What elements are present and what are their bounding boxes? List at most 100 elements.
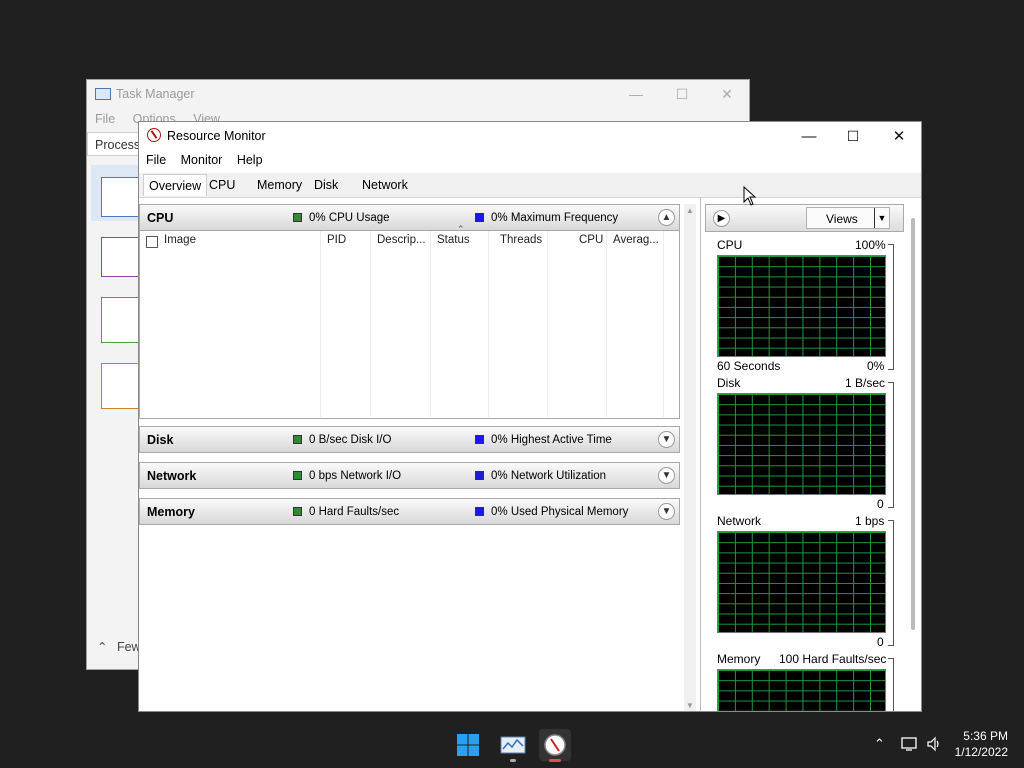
blue-legend-square [475, 507, 484, 516]
disk-section-header[interactable]: Disk 0 B/sec Disk I/O 0% Highest Active … [139, 426, 680, 453]
disk-section-title: Disk [147, 433, 174, 447]
resource-monitor-window[interactable]: Resource Monitor — ☐ ✕ File Monitor Help… [138, 121, 922, 712]
maximize-icon[interactable]: ☐ [831, 125, 875, 147]
disk-graph [717, 393, 886, 495]
network-thumbnail[interactable] [101, 363, 139, 409]
close-icon[interactable]: ✕ [877, 125, 921, 147]
window-title: Resource Monitor [167, 129, 266, 143]
dropdown-arrow-icon: ▼ [874, 208, 889, 228]
column-divider [320, 231, 321, 417]
column-status[interactable]: Status [437, 234, 470, 246]
task-manager-titlebar[interactable]: Task Manager — ☐ ✕ [87, 80, 749, 110]
blue-legend-square [475, 435, 484, 444]
overview-panel: CPU 0% CPU Usage 0% Maximum Frequency ▲ … [139, 204, 681, 711]
column-cpu[interactable]: CPU [579, 234, 603, 246]
green-legend-square [293, 471, 302, 480]
cpu-frequency-stat: 0% Maximum Frequency [491, 212, 619, 224]
cpu-section-header[interactable]: CPU 0% CPU Usage 0% Maximum Frequency ▲ [139, 204, 680, 231]
physical-memory-stat: 0% Used Physical Memory [491, 506, 629, 518]
task-manager-icon [500, 736, 526, 754]
chevron-down-icon[interactable]: ▼ [658, 467, 675, 484]
graph-bracket [888, 658, 894, 711]
resource-monitor-icon [147, 128, 161, 142]
close-icon[interactable]: ✕ [712, 83, 742, 105]
chevron-up-icon[interactable]: ▲ [658, 209, 675, 226]
splitter[interactable] [700, 197, 701, 711]
menu-monitor[interactable]: Monitor [181, 153, 223, 167]
column-divider [488, 231, 489, 417]
green-legend-square [293, 507, 302, 516]
graph-panel-header: ▶ Views ▼ [705, 204, 904, 232]
chevron-down-icon[interactable]: ▼ [658, 503, 675, 520]
cpu-section-title: CPU [147, 211, 174, 225]
cpu-graph [717, 255, 886, 357]
memory-section-header[interactable]: Memory 0 Hard Faults/sec 0% Used Physica… [139, 498, 680, 525]
memory-graph [717, 669, 886, 711]
overview-scrollbar[interactable]: ▲ ▼ [684, 204, 696, 711]
menu-file[interactable]: File [146, 153, 166, 167]
mouse-cursor-icon [743, 186, 757, 206]
network-graph [717, 531, 886, 633]
blue-legend-square [475, 213, 484, 222]
resource-monitor-icon [544, 734, 566, 756]
clock-time: 5:36 PM [963, 729, 1008, 743]
views-dropdown[interactable]: Views ▼ [806, 207, 890, 229]
graph-bracket [888, 520, 894, 646]
cpu-graph-timespan: 60 Seconds [717, 359, 781, 373]
minimize-icon[interactable]: — [787, 125, 831, 147]
network-section-header[interactable]: Network 0 bps Network I/O 0% Network Uti… [139, 462, 680, 489]
menu-file[interactable]: File [95, 112, 115, 126]
clock-date: 1/12/2022 [954, 745, 1008, 759]
tab-cpu[interactable]: CPU [209, 178, 235, 192]
maximize-icon[interactable]: ☐ [667, 83, 697, 105]
disk-graph-max: 1 B/sec [845, 376, 886, 390]
scroll-down-icon[interactable]: ▼ [684, 701, 696, 710]
minimize-icon[interactable]: — [621, 83, 651, 105]
graph-panel: ▶ Views ▼ CPU 100% 60 Seconds 0% Disk 1 … [705, 204, 905, 711]
cpu-process-table: Image PID Descrip... ⌃ Status Threads CP… [139, 224, 680, 419]
graph-bracket [888, 382, 894, 508]
windows-logo-icon [457, 734, 479, 756]
resource-monitor-titlebar[interactable]: Resource Monitor — ☐ ✕ [139, 122, 921, 152]
cpu-thumbnail[interactable] [101, 177, 139, 217]
column-image[interactable]: Image [164, 234, 196, 246]
tab-overview[interactable]: Overview [143, 174, 208, 196]
network-graph-max: 1 bps [855, 514, 885, 528]
disk-io-stat: 0 B/sec Disk I/O [309, 434, 392, 446]
tab-network[interactable]: Network [362, 178, 408, 192]
task-manager-taskbar-button[interactable] [497, 729, 529, 762]
scroll-up-icon[interactable]: ▲ [684, 206, 696, 215]
views-label: Views [826, 212, 858, 226]
cpu-graph-max: 100% [855, 238, 886, 252]
chevron-right-icon[interactable]: ▶ [713, 210, 730, 227]
volume-icon[interactable] [926, 736, 942, 752]
select-all-checkbox[interactable] [146, 236, 158, 248]
memory-thumbnail[interactable] [101, 237, 139, 277]
column-threads[interactable]: Threads [500, 234, 542, 246]
start-button[interactable] [452, 729, 484, 761]
graph-bracket [888, 244, 894, 370]
column-pid[interactable]: PID [327, 234, 346, 246]
graph-panel-scrollbar[interactable] [911, 218, 915, 630]
tab-memory[interactable]: Memory [257, 178, 302, 192]
column-divider [663, 231, 664, 417]
menubar: File Monitor Help [146, 153, 274, 167]
disk-thumbnail[interactable] [101, 297, 139, 343]
network-graph-min: 0 [877, 635, 884, 649]
column-divider [370, 231, 371, 417]
disk-active-time-stat: 0% Highest Active Time [491, 434, 612, 446]
network-icon[interactable] [901, 736, 919, 752]
resource-monitor-taskbar-button[interactable] [539, 729, 571, 762]
network-utilization-stat: 0% Network Utilization [491, 470, 607, 482]
menu-help[interactable]: Help [237, 153, 263, 167]
chevron-down-icon[interactable]: ▼ [658, 431, 675, 448]
column-average-cpu[interactable]: Averag... [613, 234, 659, 246]
performance-sidebar [87, 160, 143, 630]
blue-legend-square [475, 471, 484, 480]
hard-faults-stat: 0 Hard Faults/sec [309, 506, 400, 518]
system-clock[interactable]: 5:36 PM 1/12/2022 [955, 728, 1008, 760]
chevron-up-icon[interactable]: ⌃ [874, 736, 885, 752]
column-description[interactable]: Descrip... [377, 234, 426, 246]
active-indicator [549, 759, 561, 762]
tab-disk[interactable]: Disk [314, 178, 338, 192]
